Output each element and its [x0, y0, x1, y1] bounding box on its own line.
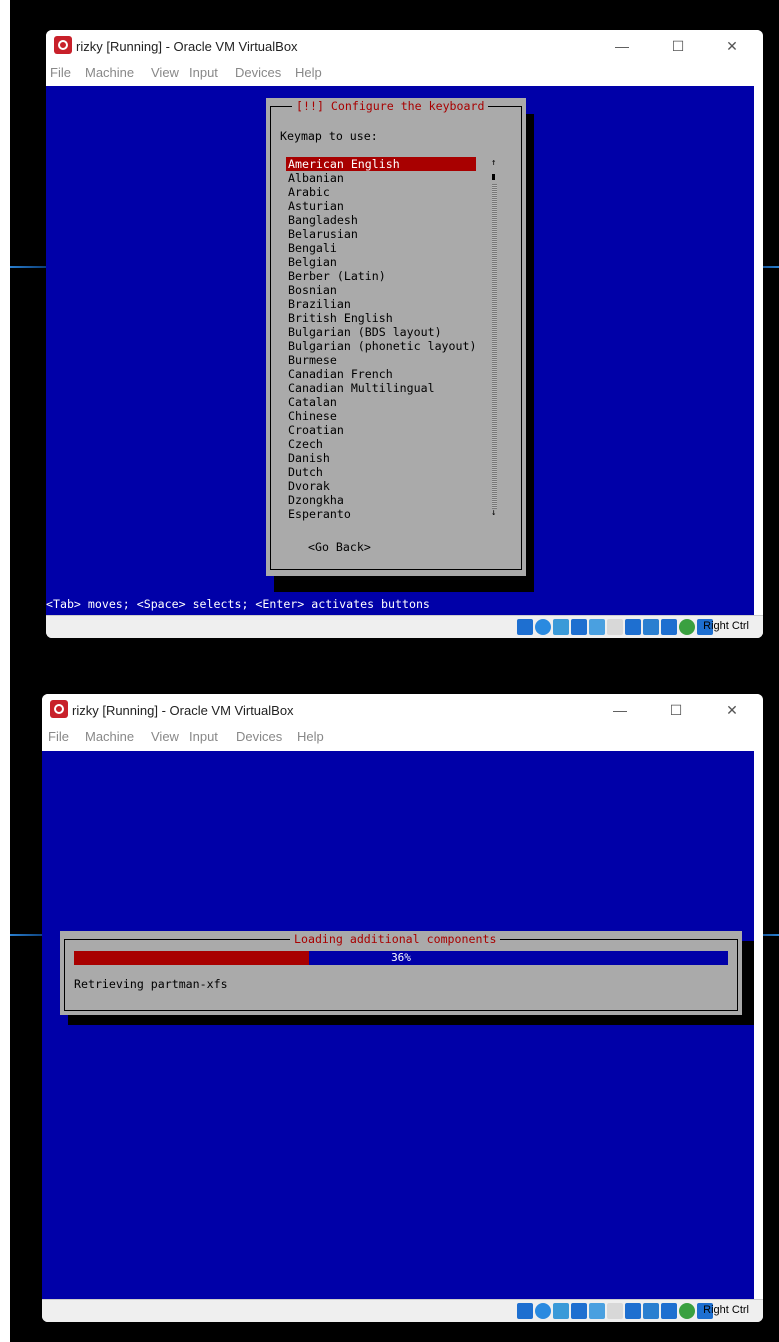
optical-drive-icon[interactable]: [535, 1303, 551, 1319]
keymap-option[interactable]: Czech: [286, 437, 325, 451]
keymap-option[interactable]: Arabic: [286, 185, 332, 199]
keymap-option[interactable]: Belgian: [286, 255, 339, 269]
virtualbox-window-loading[interactable]: rizky [Running] - Oracle VM VirtualBox —…: [42, 694, 763, 1322]
menu-view[interactable]: View: [151, 729, 179, 744]
keymap-option[interactable]: Bosnian: [286, 283, 339, 297]
usb-icon[interactable]: [589, 1303, 605, 1319]
keymap-option[interactable]: Dvorak: [286, 479, 332, 493]
maximize-button[interactable]: ☐: [655, 34, 701, 58]
keymap-option[interactable]: Bengali: [286, 241, 339, 255]
menu-help[interactable]: Help: [295, 65, 322, 80]
hard-disk-icon[interactable]: [517, 619, 533, 635]
keymap-option[interactable]: British English: [286, 311, 395, 325]
scroll-up-arrow[interactable]: ↑: [491, 158, 496, 168]
status-bar: Right Ctrl: [46, 615, 763, 638]
keymap-option[interactable]: Catalan: [286, 395, 339, 409]
progress-bar: 36%: [74, 951, 728, 965]
keyboard-dialog: [!!] Configure the keyboard Keymap to us…: [266, 98, 526, 576]
virtualization-icon[interactable]: [661, 1303, 677, 1319]
menu-devices[interactable]: Devices: [235, 65, 281, 80]
menu-help[interactable]: Help: [297, 729, 324, 744]
minimize-button[interactable]: —: [599, 34, 645, 58]
keymap-option[interactable]: Brazilian: [286, 297, 353, 311]
title-bar[interactable]: rizky [Running] - Oracle VM VirtualBox —…: [42, 694, 763, 726]
keymap-option[interactable]: Bangladesh: [286, 213, 360, 227]
keymap-option[interactable]: Esperanto: [286, 507, 353, 521]
scrollbar-track[interactable]: [492, 184, 497, 509]
virtualization-icon[interactable]: [661, 619, 677, 635]
go-back-button[interactable]: <Go Back>: [308, 540, 371, 554]
keymap-prompt: Keymap to use:: [280, 129, 378, 143]
status-bar: Right Ctrl: [42, 1299, 763, 1322]
minimize-button[interactable]: —: [597, 698, 643, 722]
menu-file[interactable]: File: [48, 729, 69, 744]
keymap-option[interactable]: Canadian French: [286, 367, 395, 381]
status-icons: [517, 619, 713, 635]
close-button[interactable]: ✕: [709, 34, 755, 58]
virtualbox-app-icon: [50, 700, 68, 718]
recording-icon[interactable]: [643, 619, 659, 635]
dialog-title: Loading additional components: [290, 932, 501, 946]
menu-file[interactable]: File: [50, 65, 71, 80]
desktop-edge: [0, 0, 10, 1342]
keymap-option[interactable]: Burmese: [286, 353, 339, 367]
menu-machine[interactable]: Machine: [85, 729, 134, 744]
window-title: rizky [Running] - Oracle VM VirtualBox: [76, 39, 298, 54]
keymap-option-selected[interactable]: American English: [286, 157, 476, 171]
keymap-option[interactable]: Canadian Multilingual: [286, 381, 437, 395]
menu-devices[interactable]: Devices: [236, 729, 282, 744]
hard-disk-icon[interactable]: [517, 1303, 533, 1319]
network-icon[interactable]: [571, 619, 587, 635]
keymap-option[interactable]: Bulgarian (BDS layout): [286, 325, 444, 339]
menu-input[interactable]: Input: [189, 729, 218, 744]
keymap-option[interactable]: Dzongkha: [286, 493, 346, 507]
window-title: rizky [Running] - Oracle VM VirtualBox: [72, 703, 294, 718]
mouse-integration-icon[interactable]: [679, 619, 695, 635]
optical-drive-icon[interactable]: [535, 619, 551, 635]
keymap-option[interactable]: Albanian: [286, 171, 346, 185]
dialog-title: [!!] Configure the keyboard: [292, 99, 489, 113]
status-icons: [517, 1303, 713, 1319]
recording-icon[interactable]: [643, 1303, 659, 1319]
shared-folders-icon[interactable]: [607, 619, 623, 635]
virtualbox-app-icon: [54, 36, 72, 54]
keymap-option[interactable]: Belarusian: [286, 227, 360, 241]
audio-icon[interactable]: [553, 619, 569, 635]
display-icon[interactable]: [625, 619, 641, 635]
close-button[interactable]: ✕: [709, 698, 755, 722]
keyboard-hint: <Tab> moves; <Space> selects; <Enter> ac…: [46, 597, 430, 611]
menu-bar: File Machine View Input Devices Help: [42, 726, 763, 748]
keymap-option[interactable]: Berber (Latin): [286, 269, 388, 283]
keymap-option[interactable]: Bulgarian (phonetic layout): [286, 339, 478, 353]
virtualbox-window-keyboard[interactable]: rizky [Running] - Oracle VM VirtualBox —…: [46, 30, 763, 638]
maximize-button[interactable]: ☐: [653, 698, 699, 722]
keymap-option[interactable]: Croatian: [286, 423, 346, 437]
keymap-option[interactable]: Danish: [286, 451, 332, 465]
progress-status: Retrieving partman-xfs: [74, 977, 228, 991]
progress-dialog: Loading additional components 36% Retrie…: [60, 931, 742, 1015]
dialog-frame: [64, 939, 738, 1011]
network-icon[interactable]: [571, 1303, 587, 1319]
keymap-option[interactable]: Asturian: [286, 199, 346, 213]
vm-screen[interactable]: [!!] Configure the keyboard Keymap to us…: [46, 86, 754, 615]
vm-screen[interactable]: Loading additional components 36% Retrie…: [42, 751, 754, 1301]
scroll-down-arrow[interactable]: ↓: [491, 508, 496, 518]
mouse-integration-icon[interactable]: [679, 1303, 695, 1319]
display-icon[interactable]: [625, 1303, 641, 1319]
host-key-label: Right Ctrl: [703, 1304, 749, 1316]
title-bar[interactable]: rizky [Running] - Oracle VM VirtualBox —…: [46, 30, 763, 62]
host-key-label: Right Ctrl: [703, 620, 749, 632]
menu-view[interactable]: View: [151, 65, 179, 80]
audio-icon[interactable]: [553, 1303, 569, 1319]
shared-folders-icon[interactable]: [607, 1303, 623, 1319]
desktop-glow-line: [10, 266, 48, 268]
keymap-option[interactable]: Dutch: [286, 465, 325, 479]
menu-bar: File Machine View Input Devices Help: [46, 62, 763, 84]
progress-percent: 36%: [391, 951, 411, 964]
menu-input[interactable]: Input: [189, 65, 218, 80]
menu-machine[interactable]: Machine: [85, 65, 134, 80]
keymap-option[interactable]: Chinese: [286, 409, 339, 423]
usb-icon[interactable]: [589, 619, 605, 635]
scrollbar-thumb[interactable]: [492, 174, 495, 180]
